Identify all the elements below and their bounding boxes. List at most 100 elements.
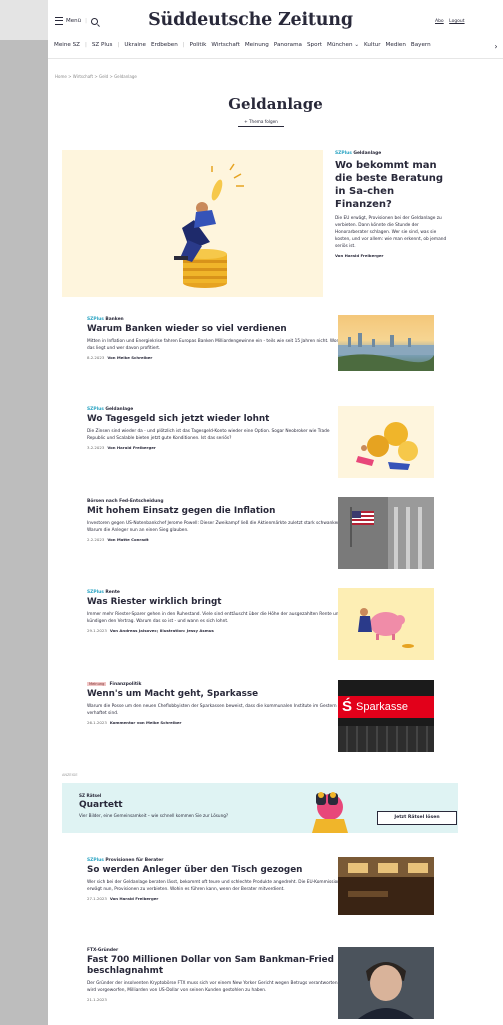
nav-item-medien[interactable]: Medien bbox=[386, 42, 406, 48]
article-title[interactable]: Wenn's um Macht geht, Sparkasse bbox=[87, 689, 349, 700]
site-logo[interactable]: Süddeutsche Zeitung bbox=[143, 10, 358, 30]
article-meta: 27.1.2023 Von Harald Freiberger bbox=[87, 896, 349, 901]
article-kicker-text: Provisionen für Berater bbox=[105, 858, 164, 863]
nav-item-meinung[interactable]: Meinung bbox=[245, 42, 269, 48]
nav-item-sport[interactable]: Sport bbox=[307, 42, 322, 48]
article-meta: 21.1.2023 bbox=[87, 997, 349, 1002]
sparkasse-logo-s: Ś bbox=[342, 698, 353, 715]
article-teaser[interactable]: SZPlus Rente Was Riester wirklich bringt… bbox=[87, 590, 349, 633]
article-author: Von Matte Conradt bbox=[107, 537, 149, 542]
article-thumbnail-skyline[interactable] bbox=[338, 315, 434, 371]
article-title[interactable]: So werden Anleger über den Tisch gezogen bbox=[87, 865, 349, 876]
article-tease: Warum die Posse um den neuen Cheflobbyis… bbox=[87, 704, 337, 716]
sz-plus-badge: SZPlus bbox=[87, 590, 104, 595]
solve-quiz-button[interactable]: Jetzt Rätsel lösen bbox=[377, 811, 457, 825]
nav-divider: | bbox=[84, 42, 87, 48]
nav-more-button[interactable]: › bbox=[489, 40, 503, 54]
hero-kicker: SZPlus Geldanlage bbox=[335, 151, 450, 156]
article-date: 29.1.2023 bbox=[87, 628, 107, 633]
article-kicker-text: Finanzpolitik bbox=[109, 682, 142, 687]
nav-item-politik[interactable]: Politik bbox=[190, 42, 207, 48]
building-facade bbox=[338, 726, 434, 752]
article-title[interactable]: Fast 700 Millionen Dollar von Sam Bankma… bbox=[87, 955, 349, 977]
opinion-badge: Meinung bbox=[87, 682, 107, 686]
article-thumbnail-wallstreet[interactable] bbox=[338, 497, 434, 569]
article-meta: 29.1.2023 Von Andreas Jalsovec; Illustrat… bbox=[87, 628, 349, 633]
browser-background bbox=[0, 0, 48, 1025]
article-date: 3.2.2023 bbox=[87, 445, 105, 450]
article-author: Kommentar von Meike Schreiber bbox=[109, 720, 182, 725]
article-teaser[interactable]: SZPlus Banken Warum Banken wieder so vie… bbox=[87, 317, 349, 360]
portrait-image bbox=[338, 947, 434, 1019]
nav-item-wirtschaft[interactable]: Wirtschaft bbox=[211, 42, 239, 48]
article-date: 2.2.2023 bbox=[87, 537, 105, 542]
breadcrumb[interactable]: Home > Wirtschaft > Geld > Geldanlage bbox=[55, 74, 137, 79]
menu-button[interactable]: Menü | bbox=[55, 17, 98, 25]
main-nav: Meine SZ | SZ Plus | Ukraine Erdbeben | … bbox=[54, 42, 503, 48]
article-teaser[interactable]: SZPlus Geldanlage Wo Tagesgeld sich jetz… bbox=[87, 407, 349, 450]
article-thumbnail-sparkasse[interactable]: Ś Sparkasse bbox=[338, 680, 434, 752]
wall-street-image bbox=[338, 497, 434, 569]
sparkasse-sign-text: Sparkasse bbox=[356, 701, 408, 713]
chevron-right-icon: › bbox=[494, 42, 498, 51]
article-kicker-text: Banken bbox=[105, 317, 124, 322]
hero-illustration[interactable] bbox=[62, 150, 323, 297]
nav-item-meine-sz[interactable]: Meine SZ bbox=[54, 42, 80, 48]
article-meta: 2.2.2023 Von Matte Conradt bbox=[87, 537, 349, 542]
search-icon[interactable] bbox=[90, 17, 98, 25]
article-title[interactable]: Was Riester wirklich bringt bbox=[87, 597, 349, 608]
article-kicker: Börsen nach Fed-Entscheidung bbox=[87, 499, 349, 504]
article-title[interactable]: Warum Banken wieder so viel verdienen bbox=[87, 324, 349, 335]
ad-title: Quartett bbox=[79, 800, 123, 810]
article-tease: Wer sich bei der Geldanlage beraten läss… bbox=[87, 880, 341, 892]
nav-item-erdbeben[interactable]: Erdbeben bbox=[151, 42, 178, 48]
nav-item-sz-plus[interactable]: SZ Plus bbox=[92, 42, 113, 48]
article-teaser[interactable]: Börsen nach Fed-Entscheidung Mit hohem E… bbox=[87, 499, 349, 542]
article-thumbnail-riester[interactable] bbox=[338, 588, 434, 660]
article-author: Von Andreas Jalsovec; Illustration: Jess… bbox=[109, 628, 214, 633]
article-date: 21.1.2023 bbox=[87, 997, 107, 1002]
background-shade bbox=[0, 0, 48, 40]
article-meta: 8.2.2023 Von Meike Schreiber bbox=[87, 355, 349, 360]
page: Menü | Süddeutsche Zeitung Abo Logout Me… bbox=[48, 0, 503, 1025]
hero-tease: Die EU erwägt, Provisionen bei der Gelda… bbox=[335, 216, 447, 249]
hamburger-icon bbox=[55, 17, 63, 25]
nav-item-panorama[interactable]: Panorama bbox=[274, 42, 302, 48]
article-title[interactable]: Wo Tagesgeld sich jetzt wieder lohnt bbox=[87, 414, 349, 425]
article-title[interactable]: Mit hohem Einsatz gegen die Inflation bbox=[87, 506, 349, 517]
quiz-ad-banner[interactable]: SZ Rätsel Quartett Vier Bilder, eine Gem… bbox=[62, 783, 458, 833]
nav-item-muenchen-label: München bbox=[327, 42, 353, 48]
article-date: 27.1.2023 bbox=[87, 896, 107, 901]
article-tease: Die Zinsen sind wieder da - und plötzlic… bbox=[87, 429, 330, 441]
article-thumbnail-coins[interactable] bbox=[338, 406, 434, 478]
piggy-bank-illustration bbox=[358, 608, 414, 648]
article-author: Von Harald Freiberger bbox=[109, 896, 159, 901]
article-teaser[interactable]: Meinung Finanzpolitik Wenn's um Macht geh… bbox=[87, 682, 349, 725]
article-kicker-text: FTX-Gründer bbox=[87, 948, 119, 953]
abo-link[interactable]: Abo bbox=[435, 19, 444, 24]
article-teaser[interactable]: FTX-Gründer Fast 700 Millionen Dollar vo… bbox=[87, 948, 349, 1002]
article-kicker: SZPlus Provisionen für Berater bbox=[87, 858, 349, 863]
nav-item-kultur[interactable]: Kultur bbox=[364, 42, 381, 48]
ad-label: ANZEIGE bbox=[62, 773, 78, 777]
article-thumbnail-portrait[interactable] bbox=[338, 947, 434, 1019]
nav-item-bayern[interactable]: Bayern bbox=[411, 42, 431, 48]
article-date: 26.1.2023 bbox=[87, 720, 107, 725]
nav-divider: | bbox=[182, 42, 185, 48]
follow-topic-button[interactable]: + Thema folgen bbox=[238, 117, 284, 127]
article-tease: Immer mehr Riester-Sparer gehen in den R… bbox=[87, 612, 342, 624]
sz-plus-badge: SZPlus bbox=[87, 407, 104, 412]
nav-item-ukraine[interactable]: Ukraine bbox=[124, 42, 146, 48]
article-tease: Mitten in Inflation und Energiekrise fah… bbox=[87, 339, 344, 351]
logout-link[interactable]: Logout bbox=[449, 19, 464, 24]
hero-title[interactable]: Wo bekommt man die beste Beratung in Sa-… bbox=[335, 159, 450, 211]
binoculars-illustration bbox=[312, 792, 348, 833]
nav-item-muenchen[interactable]: München ⌄ bbox=[327, 42, 359, 48]
article-thumbnail-office[interactable] bbox=[338, 857, 434, 915]
article-kicker: FTX-Gründer bbox=[87, 948, 349, 953]
page-title: Geldanlage bbox=[228, 95, 323, 113]
article-kicker: SZPlus Rente bbox=[87, 590, 349, 595]
hero-teaser[interactable]: SZPlus Geldanlage Wo bekommt man die bes… bbox=[335, 151, 450, 258]
article-kicker: Meinung Finanzpolitik bbox=[87, 682, 349, 687]
article-teaser[interactable]: SZPlus Provisionen für Berater So werden… bbox=[87, 858, 349, 901]
